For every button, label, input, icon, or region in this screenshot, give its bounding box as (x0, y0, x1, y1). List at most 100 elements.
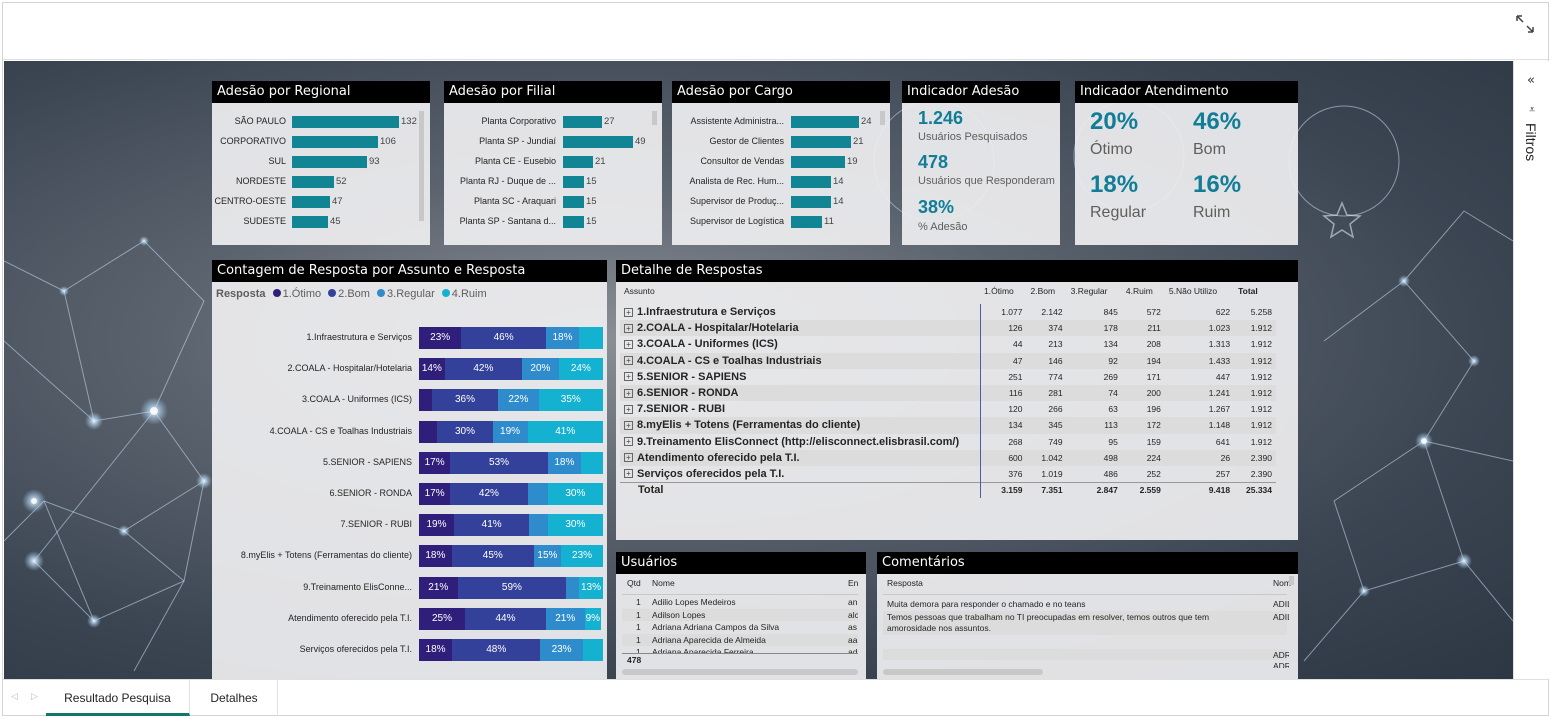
stacked-bar-segment-regular[interactable] (566, 576, 580, 599)
stacked-bar-row[interactable]: 3.COALA - Uniformes (ICS) 36% 22% 35% (212, 389, 607, 412)
expand-row-icon[interactable]: + (624, 453, 633, 463)
stacked-bar-segment-bom[interactable]: 42% (450, 483, 528, 505)
legend-regular-label[interactable]: 3.Regular (387, 288, 435, 300)
stacked-bar-segment-regular[interactable]: 22% (498, 389, 539, 412)
stacked-bar-segment-bom[interactable]: 59% (457, 576, 567, 599)
comentarios-header-resposta[interactable]: Resposta (887, 578, 923, 588)
stacked-bar-segment-ruim[interactable] (579, 327, 603, 349)
stacked-bar-segment-regular[interactable]: 18% (545, 327, 580, 349)
filial-bar-row[interactable]: Planta SP - Jundiaí 49 (444, 133, 662, 153)
expand-row-icon[interactable]: + (624, 323, 633, 333)
matrix-row[interactable]: +7.SENIOR - RUBI 120 266 63 196 1.267 1.912 (620, 401, 1276, 418)
cargo-bar[interactable] (791, 136, 851, 148)
cargo-bar-row[interactable]: Gestor de Clientes 21 (672, 133, 890, 153)
stacked-bar-segment-otimo[interactable] (419, 389, 432, 412)
matrix-header-regular[interactable]: 3.Regular (1067, 284, 1122, 304)
expand-row-icon[interactable]: + (624, 469, 633, 479)
regional-bar-row[interactable]: SUDESTE 45 (212, 213, 430, 233)
filial-bar-row[interactable]: Planta RJ - Duque de ... 15 (444, 173, 662, 193)
stacked-bar-segment-regular[interactable]: 21% (545, 607, 585, 630)
matrix-row[interactable]: + Atendimento oferecido pela T.I. 600 1.042… (620, 449, 1276, 466)
usuarios-header-nome[interactable]: Nome (652, 578, 675, 588)
expand-row-icon[interactable]: + (624, 372, 633, 382)
regional-bar[interactable] (292, 196, 330, 208)
matrix-row[interactable]: +5.SENIOR - SAPIENS 251 774 269 171 447 1.912 (620, 368, 1276, 385)
cargo-bar-row[interactable]: Analista de Rec. Hum... 14 (672, 173, 890, 193)
stacked-bar-row[interactable]: 1.Infraestrutura e Serviços 23% 46% 18% (212, 327, 607, 349)
filters-label[interactable]: Filtros (1523, 123, 1539, 161)
stacked-bar-row[interactable]: 5.SENIOR - SAPIENS 17% 53% 18% (212, 451, 607, 474)
matrix-row[interactable]: +4.COALA - CS e Toalhas Industriais 47 146… (620, 352, 1276, 369)
regional-bar-row[interactable]: CORPORATIVO 106 (212, 133, 430, 153)
matrix-header-ruim[interactable]: 4.Ruim (1122, 284, 1165, 304)
stacked-bar-segment-bom[interactable]: 30% (437, 420, 493, 443)
legend-otimo-label[interactable]: 1.Ótimo (283, 288, 322, 300)
regional-bar[interactable] (292, 136, 378, 148)
collapse-filters-icon[interactable]: « (1527, 73, 1535, 88)
usuarios-header-qtd[interactable]: Qtd (627, 578, 641, 588)
filial-bar[interactable] (563, 216, 584, 228)
filial-bar-row[interactable]: Planta CE - Eusebio 21 (444, 153, 662, 173)
next-page-icon[interactable]: ▷ (31, 692, 38, 702)
filial-bar[interactable] (563, 136, 633, 148)
cargo-scrollbar[interactable] (880, 111, 885, 125)
matrix-header-assunto[interactable]: Assunto (620, 284, 980, 304)
stacked-bar-segment-regular[interactable]: 20% (522, 358, 559, 381)
expand-row-icon[interactable]: + (624, 421, 633, 430)
cargo-bar-row[interactable]: Consultor de Vendas 19 (672, 153, 890, 173)
stacked-bar-segment-ruim[interactable]: 41% (527, 420, 603, 443)
filial-scrollbar[interactable] (652, 111, 657, 125)
stacked-bar-segment-ruim[interactable]: 9% (584, 607, 602, 630)
comentarios-row[interactable] (883, 636, 1287, 648)
filial-bar[interactable] (563, 196, 584, 208)
stacked-bar-segment-regular[interactable]: 18% (547, 451, 581, 474)
matrix-header-nao-utilizo[interactable]: 5.Não Utilizo (1165, 284, 1234, 304)
stacked-bar-row[interactable]: 2.COALA - Hospitalar/Hotelaria 14% 42% 20% 2… (212, 358, 607, 381)
stacked-bar-row[interactable]: Atendimento oferecido pela T.I. 25% 44% 21%… (212, 607, 607, 630)
filial-bar-row[interactable]: Planta SP - Santana d... 15 (444, 213, 662, 233)
regional-scrollbar[interactable] (419, 111, 424, 221)
stacked-bar-segment-regular[interactable]: 19% (492, 420, 528, 443)
matrix-row[interactable]: +9.Treinamento ElisConnect (http://elisc… (620, 433, 1276, 450)
regional-bar[interactable] (292, 216, 328, 228)
regional-bar-row[interactable]: CENTRO-OESTE 47 (212, 193, 430, 213)
matrix-header-bom[interactable]: 2.Bom (1027, 284, 1067, 304)
stacked-bar-segment-bom[interactable]: 46% (461, 327, 546, 349)
stacked-bar-row[interactable]: Serviços oferecidos pela T.I. 18% 48% 23% (212, 639, 607, 661)
stacked-bar-segment-otimo[interactable]: 14% (419, 358, 445, 381)
filial-bar-row[interactable]: Planta SC - Araquari 15 (444, 193, 662, 213)
regional-bar-row[interactable]: SÃO PAULO 132 (212, 113, 430, 133)
matrix-header-total[interactable]: Total (1234, 284, 1276, 304)
stacked-bar-segment-ruim[interactable]: 35% (538, 389, 603, 412)
stacked-bar-row[interactable]: 8.myElis + Totens (Ferramentas do client… (212, 545, 607, 568)
cargo-bar[interactable] (791, 216, 822, 228)
stacked-bar-segment-otimo[interactable]: 19% (419, 514, 454, 537)
stacked-bar-segment-ruim[interactable]: 30% (547, 514, 603, 537)
stacked-bar-segment-otimo[interactable]: 25% (419, 607, 465, 630)
filial-bar-row[interactable]: Planta Corporativo 27 (444, 113, 662, 133)
stacked-bar-segment-regular[interactable] (527, 483, 548, 505)
cargo-bar[interactable] (791, 176, 831, 188)
comentarios-row[interactable] (883, 649, 1287, 660)
comentarios-hscrollbar[interactable] (883, 669, 1043, 675)
stacked-bar-row[interactable]: 4.COALA - CS e Toalhas Industriais 30% 19%… (212, 420, 607, 443)
stacked-bar-segment-bom[interactable]: 44% (465, 607, 546, 630)
stacked-bar-segment-otimo[interactable]: 21% (419, 576, 458, 599)
stacked-bar-segment-bom[interactable]: 42% (444, 358, 523, 381)
stacked-bar-segment-bom[interactable]: 36% (431, 389, 499, 412)
cargo-bar-row[interactable]: Supervisor de Produç... 14 (672, 193, 890, 213)
stacked-bar-segment-bom[interactable]: 45% (451, 545, 534, 568)
legend-bom-label[interactable]: 2.Bom (338, 288, 370, 300)
matrix-header-otimo[interactable]: 1.Ótimo (980, 284, 1027, 304)
filial-bar[interactable] (563, 116, 602, 128)
legend-ruim-label[interactable]: 4.Ruim (452, 288, 487, 300)
matrix-row[interactable]: + Serviços oferecidos pela T.I. 376 1.019 48… (620, 465, 1276, 483)
expand-row-icon[interactable]: + (624, 307, 633, 317)
regional-bar[interactable] (292, 156, 367, 168)
stacked-bar-segment-regular[interactable]: 23% (540, 639, 583, 661)
filial-bar[interactable] (563, 156, 593, 168)
matrix-row[interactable]: +1.Infraestrutura e Serviços 1.077 2.142 84… (620, 304, 1276, 321)
stacked-bar-segment-otimo[interactable]: 18% (419, 545, 452, 568)
expand-row-icon[interactable]: + (624, 404, 633, 414)
usuarios-header-email[interactable]: En (848, 578, 858, 588)
